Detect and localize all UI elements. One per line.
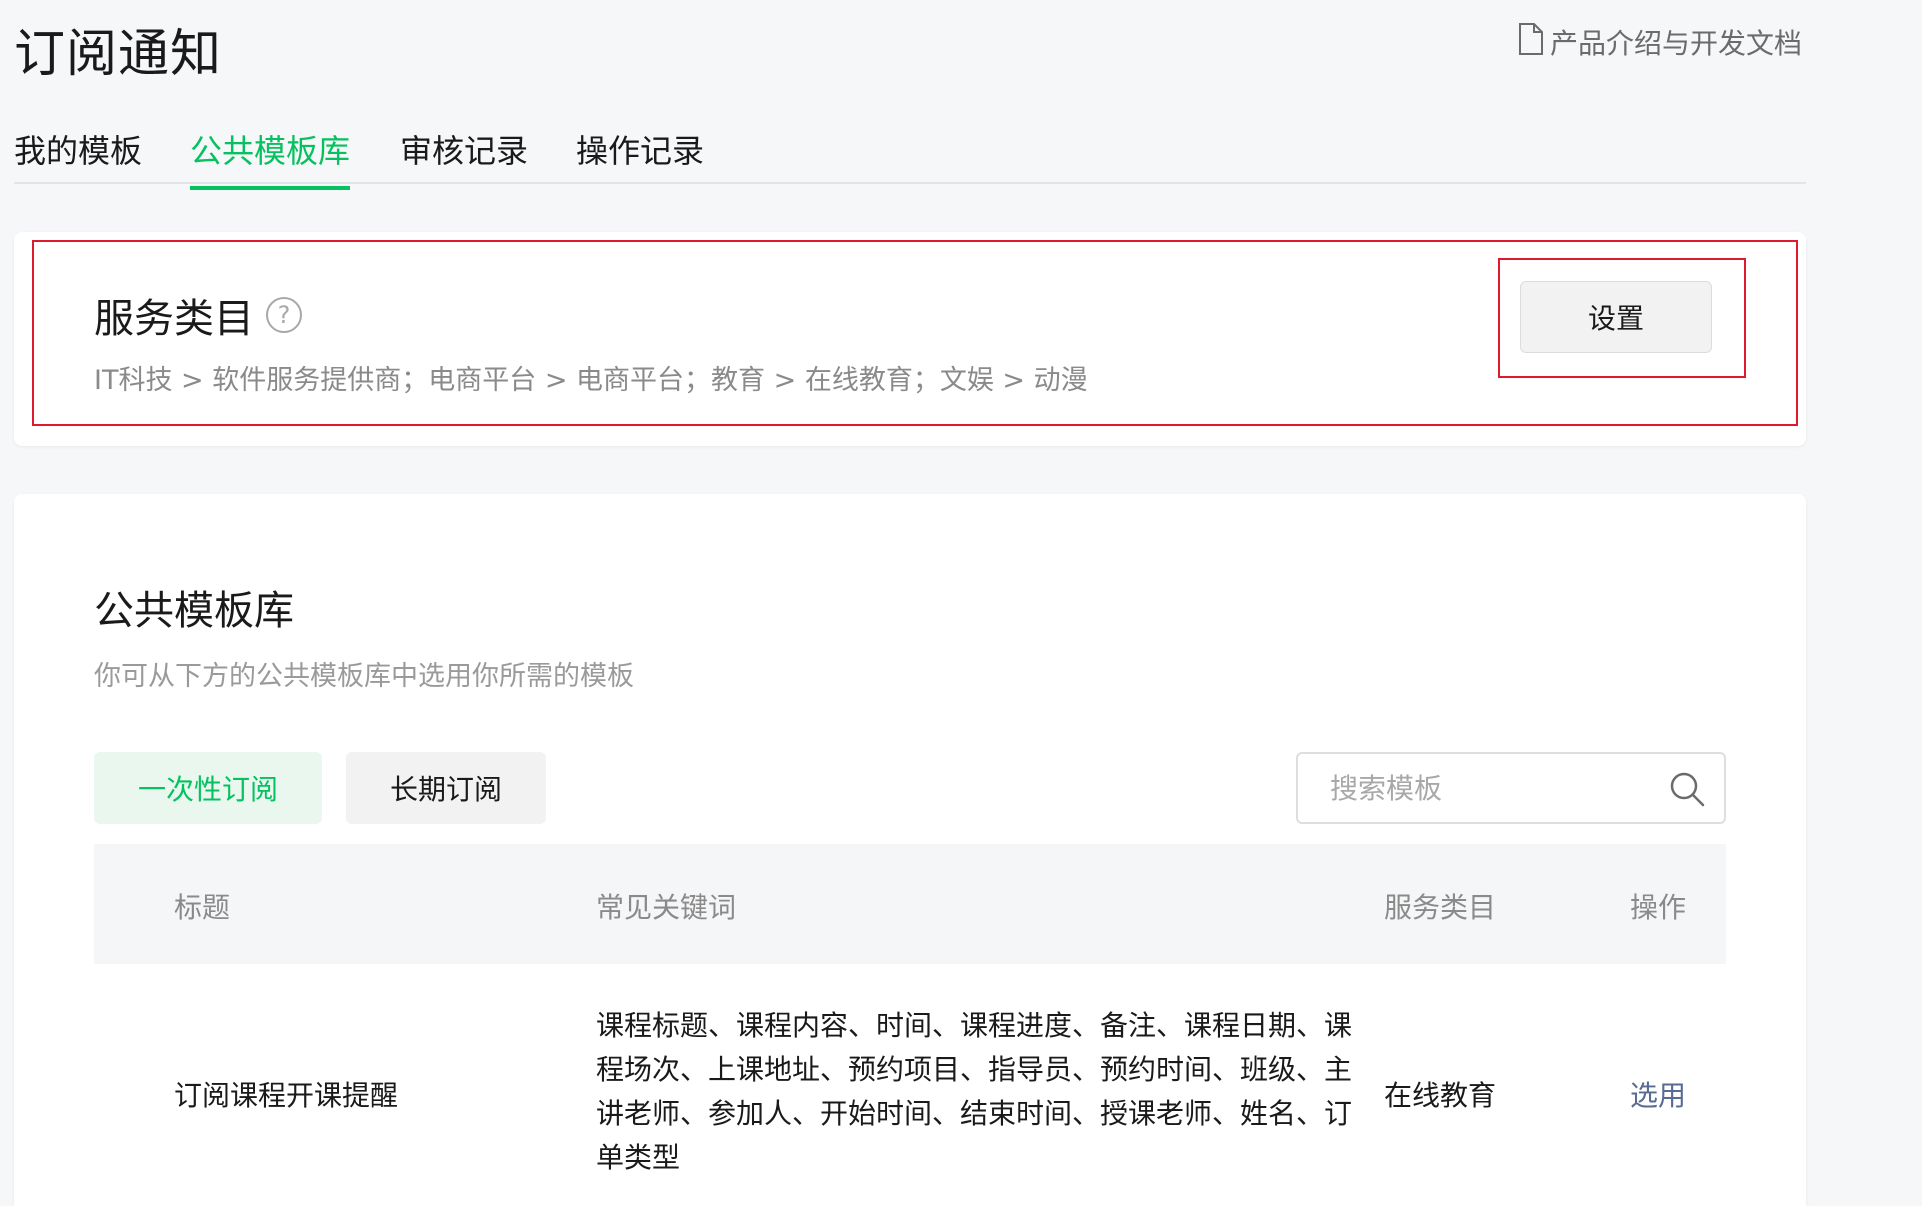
library-description: 你可从下方的公共模板库中选用你所需的模板	[94, 661, 634, 692]
tab-public-library[interactable]: 公共模板库	[190, 126, 351, 190]
column-header-action: 操作	[1630, 891, 1687, 924]
tab-my-templates[interactable]: 我的模板	[14, 126, 142, 186]
document-icon	[1518, 22, 1544, 62]
tab-operation-records[interactable]: 操作记录	[576, 126, 704, 186]
page: 订阅通知 产品介绍与开发文档 我的模板 公共模板库 审核记录 操作记录 服务类目…	[0, 0, 1922, 1206]
search-box	[1296, 752, 1726, 824]
help-icon[interactable]: ?	[266, 297, 302, 333]
one-time-subscription-button[interactable]: 一次性订阅	[94, 752, 322, 824]
settings-button[interactable]: 设置	[1520, 281, 1712, 353]
library-title: 公共模板库	[94, 588, 294, 634]
search-icon[interactable]	[1668, 770, 1706, 808]
service-category-path: IT科技 > 软件服务提供商；电商平台 > 电商平台；教育 > 在线教育；文娱 …	[94, 365, 1088, 396]
column-header-category: 服务类目	[1384, 891, 1497, 924]
row-keywords: 课程标题、课程内容、时间、课程进度、备注、课程日期、课程场次、上课地址、预约项目…	[596, 1009, 1353, 1174]
page-title: 订阅通知	[14, 25, 223, 84]
doc-link-label: 产品介绍与开发文档	[1550, 27, 1803, 60]
search-input[interactable]	[1330, 754, 1650, 822]
long-term-subscription-button[interactable]: 长期订阅	[346, 752, 546, 824]
tab-review-records[interactable]: 审核记录	[400, 126, 528, 186]
column-header-keywords: 常见关键词	[596, 891, 737, 924]
row-title: 订阅课程开课提醒	[174, 1079, 399, 1112]
select-template-link[interactable]: 选用	[1630, 1074, 1686, 1114]
table-header: 标题 常见关键词 服务类目 操作	[94, 844, 1726, 964]
service-category-heading: 服务类目 ?	[94, 286, 302, 344]
tab-bar: 我的模板 公共模板库 审核记录 操作记录	[14, 126, 1806, 190]
doc-link[interactable]: 产品介绍与开发文档	[1518, 22, 1802, 62]
service-category-title: 服务类目	[94, 296, 254, 342]
row-category: 在线教育	[1384, 1079, 1497, 1112]
column-header-title: 标题	[174, 891, 231, 924]
